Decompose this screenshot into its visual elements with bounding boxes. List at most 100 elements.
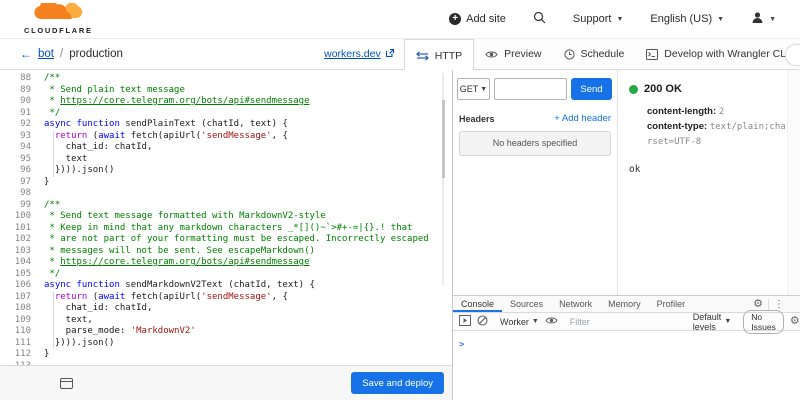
live-expression-eye-icon[interactable] — [545, 316, 558, 327]
breadcrumb-environment: production — [69, 48, 123, 60]
code-line[interactable]: 89 * Send plain text message — [0, 85, 452, 97]
code-area[interactable]: 88/** 89 * Send plain text message 90 * ht… — [0, 70, 452, 365]
code-line[interactable]: 93 return (await fetch(apiUrl('sendMessa… — [0, 130, 452, 143]
method-select[interactable]: GET ▼ — [457, 78, 490, 100]
status-text: 200 OK — [644, 83, 682, 95]
code-line[interactable]: 108 chat_id: chatId, — [0, 303, 452, 315]
code-link: https://core.telegram.org/bots/api#sendm… — [60, 96, 310, 106]
code-token: function — [76, 119, 120, 129]
code-token: return — [54, 291, 88, 302]
code-editor[interactable]: 88/** 89 * Send plain text message 90 * ht… — [0, 70, 453, 400]
devtools-tab-console[interactable]: Console — [453, 296, 502, 312]
add-site-button[interactable]: + Add site — [449, 13, 506, 25]
code-line[interactable]: 88 /** — [0, 73, 452, 85]
response-header-value: 2 — [718, 107, 725, 117]
cloudflare-logo[interactable]: CLOUDFLARE — [24, 0, 93, 35]
add-header-link[interactable]: + Add header — [554, 113, 611, 124]
request-pane: GET ▼ Send Headers + Add header No heade… — [453, 70, 618, 295]
line-number: 107 — [14, 291, 31, 302]
line-number: 97 — [20, 176, 31, 187]
code-line[interactable]: 112} — [0, 349, 452, 361]
tab-develop-with-wrangler-cli[interactable]: Develop with Wrangler CLI — [635, 39, 800, 69]
editor-scrollbar-thumb[interactable] — [442, 100, 445, 178]
tab-preview[interactable]: Preview — [474, 39, 552, 69]
code-line[interactable]: 98 — [0, 188, 452, 200]
tab-overflow-pill[interactable] — [785, 44, 800, 66]
gear-icon[interactable]: ⚙ — [753, 298, 763, 310]
chevron-down-icon: ▼ — [769, 15, 776, 23]
code-line[interactable]: 95 text — [0, 153, 452, 166]
code-token: text, — [44, 314, 93, 325]
user-icon — [751, 11, 764, 27]
code-line[interactable]: 101 * Keep in mind that any markdown cha… — [0, 223, 452, 235]
code-line[interactable]: 105 */ — [0, 269, 452, 281]
cloudflare-cloud-icon — [32, 0, 84, 27]
console-settings-gear-icon[interactable]: ⚙ — [790, 316, 800, 327]
clear-console-icon[interactable] — [477, 315, 488, 328]
breadcrumb: ← bot / production — [20, 47, 123, 61]
breadcrumb-project-link[interactable]: bot — [38, 48, 54, 60]
console-filter-input[interactable] — [569, 316, 687, 327]
line-number: 96 — [20, 165, 31, 175]
line-number: 98 — [20, 188, 31, 198]
code-line[interactable]: 109 text, — [0, 314, 452, 327]
devtools-tab-memory[interactable]: Memory — [600, 296, 649, 312]
code-line[interactable]: 92 async function sendPlainText (chatId, … — [0, 119, 452, 131]
code-line[interactable]: 111 }))).json() — [0, 337, 452, 350]
devtools-tab-actions: ⚙ ⋮ — [753, 298, 800, 310]
tab-http[interactable]: HTTP — [403, 39, 475, 71]
line-number: 105 — [14, 268, 31, 279]
external-link-icon — [385, 48, 395, 61]
support-label: Support — [572, 13, 612, 25]
top-header: CLOUDFLARE + Add site Support ▼ English … — [0, 0, 800, 39]
back-arrow-icon[interactable]: ← — [20, 47, 32, 61]
workers-dev-link[interactable]: workers.dev — [324, 48, 395, 61]
request-bar: GET ▼ Send — [453, 70, 617, 100]
code-line[interactable]: 97} — [0, 177, 452, 189]
code-token: } — [44, 176, 50, 187]
url-input[interactable] — [494, 78, 567, 100]
console-output[interactable]: > — [453, 331, 800, 352]
code-line[interactable]: 102 * are not part of your formatting mu… — [0, 234, 452, 246]
line-number: 101 — [14, 222, 31, 233]
send-button[interactable]: Send — [571, 78, 612, 100]
response-header: content-type: text/plain;charset=UTF-8 — [647, 120, 787, 150]
console-prompt[interactable]: > — [459, 340, 464, 350]
code-line[interactable]: 91 */ — [0, 108, 452, 120]
code-line[interactable]: 94 chat_id: chatId, — [0, 142, 452, 154]
code-line[interactable]: 107 return (await fetch(apiUrl('sendMess… — [0, 291, 452, 304]
line-number: 104 — [14, 257, 31, 267]
code-line[interactable]: 110 parse_mode: 'MarkdownV2' — [0, 326, 452, 338]
headers-row: Headers + Add header — [453, 113, 617, 124]
code-line[interactable]: 100 * Send text message formatted with M… — [0, 211, 452, 223]
devtools-tab-profiler[interactable]: Profiler — [649, 296, 694, 312]
code-line[interactable]: 106 async function sendMarkdownV2Text (ch… — [0, 280, 452, 292]
devtools-tab-sources[interactable]: Sources — [502, 296, 551, 312]
kebab-menu-icon[interactable]: ⋮ — [774, 299, 784, 310]
save-and-deploy-button[interactable]: Save and deploy — [351, 372, 444, 394]
context-select[interactable]: Worker ▼ — [500, 317, 539, 327]
console-sidebar-icon[interactable] — [459, 315, 471, 328]
support-menu[interactable]: Support ▼ — [573, 13, 623, 25]
code-line[interactable]: 104 * https://core.telegram.org/bots/api… — [0, 257, 452, 269]
account-menu[interactable]: ▼ — [751, 11, 776, 27]
line-number: 109 — [14, 314, 31, 325]
language-menu[interactable]: English (US) ▼ — [650, 13, 724, 25]
devtools-tab-network[interactable]: Network — [551, 296, 600, 312]
no-issues-button[interactable]: No Issues — [743, 309, 784, 334]
clock-icon — [563, 48, 575, 60]
tab-schedule[interactable]: Schedule — [553, 39, 636, 69]
code-line[interactable]: 103 * messages will not be sent. See esc… — [0, 246, 452, 258]
console-toolbar: Worker ▼ Default levels ▼ No Issues ⚙ — [453, 309, 800, 334]
line-number: 90 — [20, 96, 31, 106]
response-body: ok — [629, 163, 641, 175]
log-levels-select[interactable]: Default levels ▼ — [693, 312, 731, 332]
code-line[interactable]: 90 * https://core.telegram.org/bots/api#… — [0, 96, 452, 108]
code-token: */ — [44, 268, 61, 279]
code-line[interactable]: 99 /** — [0, 200, 452, 212]
code-token: async — [44, 280, 72, 290]
code-line[interactable]: 96 }))).json() — [0, 165, 452, 177]
toggle-panel-icon[interactable] — [60, 377, 73, 389]
search-button[interactable] — [533, 11, 546, 27]
